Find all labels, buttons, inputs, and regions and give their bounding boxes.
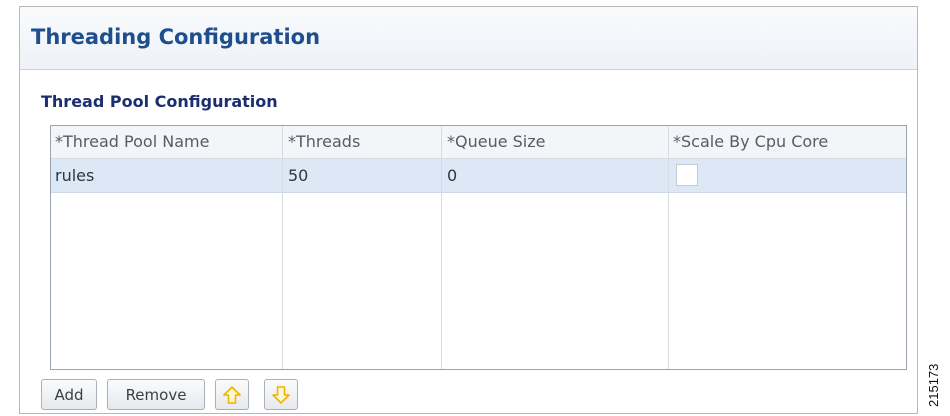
- thread-pool-table: *Thread Pool Name *Threads *Queue Size *…: [50, 125, 907, 370]
- column-header-thread-pool-name[interactable]: *Thread Pool Name: [55, 132, 209, 151]
- section-title: Thread Pool Configuration: [41, 92, 278, 111]
- add-button[interactable]: Add: [41, 379, 97, 410]
- cell-queue-size[interactable]: 0: [447, 166, 457, 185]
- column-header-scale-by-cpu-core[interactable]: *Scale By Cpu Core: [673, 132, 828, 151]
- arrow-down-icon: [272, 385, 290, 404]
- move-up-button[interactable]: [215, 379, 249, 410]
- column-divider: [668, 126, 669, 369]
- column-divider: [441, 126, 442, 369]
- panel-header: Threading Configuration: [20, 7, 917, 70]
- table-header: *Thread Pool Name *Threads *Queue Size *…: [51, 126, 906, 159]
- remove-button[interactable]: Remove: [107, 379, 205, 410]
- scale-by-cpu-core-checkbox[interactable]: [676, 164, 698, 186]
- threading-configuration-panel: Threading Configuration Thread Pool Conf…: [19, 6, 918, 414]
- arrow-up-icon: [223, 385, 241, 404]
- figure-id: 215173: [926, 363, 941, 407]
- table-row[interactable]: rules 50 0: [51, 159, 906, 193]
- column-header-queue-size[interactable]: *Queue Size: [447, 132, 546, 151]
- column-header-threads[interactable]: *Threads: [288, 132, 360, 151]
- column-divider: [282, 126, 283, 369]
- cell-threads[interactable]: 50: [288, 166, 308, 185]
- panel-title: Threading Configuration: [31, 25, 321, 49]
- move-down-button[interactable]: [264, 379, 298, 410]
- cell-thread-pool-name[interactable]: rules: [55, 166, 94, 185]
